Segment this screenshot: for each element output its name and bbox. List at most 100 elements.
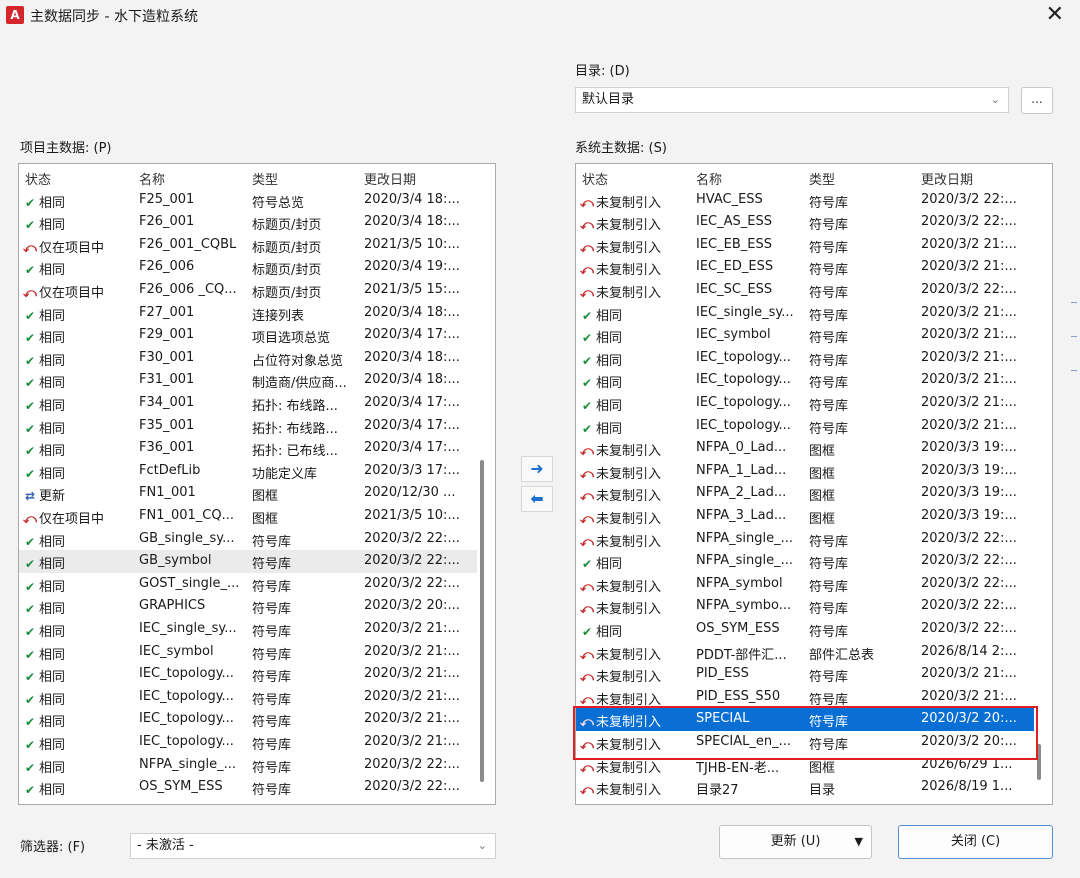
chevron-down-icon: ⌄ (990, 93, 1000, 106)
table-row[interactable]: ⤺ 未复制引入 SPECIAL 符号库 2020/3/2 20:... (576, 708, 1034, 731)
table-row[interactable]: ✔ 相同 F35_001 拓扑: 布线路... 2020/3/4 17:... (19, 415, 477, 438)
column-header[interactable]: 类型 (809, 169, 919, 188)
table-row[interactable]: ✔ 相同 IEC_symbol 符号库 2020/3/2 21:... (576, 324, 1034, 347)
table-row[interactable]: ✔ 相同 IEC_topology... 符号库 2020/3/2 21:... (19, 708, 477, 731)
table-row[interactable]: ✔ 相同 NFPA_single_... 符号库 2020/3/2 22:... (19, 754, 477, 777)
project-master-data-list[interactable]: 状态 名称 类型 更改日期 ✔ 相同 F25_001 符号总览 2020/3/4 18:... ✔… (18, 163, 496, 805)
type-cell: 符号库 (809, 353, 849, 369)
table-row[interactable]: ✔ 相同 IEC_topology... 符号库 2020/3/2 21:... (576, 347, 1034, 370)
column-header[interactable]: 状态 (582, 169, 694, 188)
name-cell: IEC_symbol (696, 327, 771, 343)
table-row[interactable]: ⤺ 仅在项目中 F26_006 _CQ... 标题页/封页 2021/3/5 15:..… (19, 279, 477, 302)
close-button[interactable]: 关闭 (C) (898, 825, 1053, 859)
table-row[interactable]: ✔ 相同 IEC_topology... 符号库 2020/3/2 21:... (19, 663, 477, 686)
type-cell: 符号库 (252, 783, 292, 799)
table-row[interactable]: ✔ 相同 F36_001 拓扑: 已布线... 2020/3/4 17:... (19, 437, 477, 460)
vertical-scrollbar[interactable] (477, 164, 487, 804)
type-cell: 部件汇总表 (809, 647, 875, 663)
status-text: 相同 (39, 602, 66, 618)
table-row[interactable]: ✔ 相同 IEC_topology... 符号库 2020/3/2 21:... (576, 392, 1034, 415)
table-row[interactable]: ⤺ 未复制引入 NFPA_symbol 符号库 2020/3/2 22:... (576, 573, 1034, 596)
status-text: 仅在项目中 (39, 512, 105, 527)
status-text: 仅在项目中 (39, 240, 105, 256)
table-row[interactable]: ⤺ 未复制引入 NFPA_2_Lad... 图框 2020/3/3 19:... (576, 482, 1034, 505)
table-row[interactable]: ⇄ 更新 FN1_001 图框 2020/12/30 ... (19, 482, 477, 505)
table-row[interactable]: ⤺ 未复制引入 IEC_SC_ESS 符号库 2020/3/2 22:... (576, 279, 1034, 302)
update-button[interactable]: 更新 (U) ▼ (719, 825, 872, 859)
table-row[interactable]: ⤺ 未复制引入 NFPA_symbo... 符号库 2020/3/2 22:... (576, 595, 1034, 618)
table-row[interactable]: ⤺ 未复制引入 IEC_AS_ESS 符号库 2020/3/2 22:... (576, 211, 1034, 234)
table-row[interactable]: ✔ 相同 F26_006 标题页/封页 2020/3/4 19:... (19, 256, 477, 279)
table-row[interactable]: ✔ 相同 GRAPHICS 符号库 2020/3/2 20:... (19, 595, 477, 618)
date-cell: 2020/3/2 20:... (921, 734, 1017, 749)
table-row[interactable]: ✔ 相同 NFPA_single_... 符号库 2020/3/2 22:... (576, 550, 1034, 573)
table-row[interactable]: ⤺ 未复制引入 TJHB-EN-老... 图框 2026/6/29 1... (576, 754, 1034, 777)
date-cell: 2020/3/2 20:... (364, 598, 460, 614)
copy-to-system-button[interactable]: ⬅ (521, 486, 553, 512)
table-row[interactable]: ✔ 相同 IEC_symbol 符号库 2020/3/2 21:... (19, 641, 477, 664)
table-row[interactable]: ⤺ 未复制引入 NFPA_0_Lad... 图框 2020/3/3 19:... (576, 437, 1034, 460)
system-master-data-list[interactable]: 状态 名称 类型 更改日期 ⤺ 未复制引入 HVAC_ESS 符号库 2020/3/2 22:.… (575, 163, 1053, 805)
check-icon: ✔ (24, 602, 36, 617)
table-row[interactable]: ✔ 相同 IEC_single_sy... 符号库 2020/3/2 21:... (576, 302, 1034, 325)
column-header[interactable]: 名称 (139, 169, 249, 188)
column-header[interactable]: 更改日期 (921, 169, 1031, 188)
table-row[interactable]: ✔ 相同 IEC_single_sy... 符号库 2020/3/2 21:... (19, 618, 477, 641)
table-row[interactable]: ✔ 相同 IEC_topology... 符号库 2020/3/2 21:... (576, 415, 1034, 438)
type-cell: 符号库 (252, 647, 292, 663)
filter-label: 筛选器: (F) (20, 840, 86, 855)
type-cell: 符号库 (809, 421, 849, 437)
table-row[interactable]: ⤺ 未复制引入 HVAC_ESS 符号库 2020/3/2 22:... (576, 189, 1034, 212)
column-header[interactable]: 名称 (696, 169, 806, 188)
table-row[interactable]: ⤺ 未复制引入 SPECIAL_en_... 符号库 2020/3/2 20:... (576, 731, 1034, 754)
dropdown-caret-icon[interactable]: ▼ (855, 826, 863, 858)
status-text: 相同 (39, 783, 66, 799)
table-row[interactable]: ✔ 相同 F34_001 拓扑: 布线路... 2020/3/4 17:... (19, 392, 477, 415)
table-row[interactable]: ✔ 相同 OS_SYM_ESS 符号库 2020/3/2 22:... (19, 776, 477, 799)
table-row[interactable]: ⤺ 仅在项目中 FN1_001_CQ... 图框 2021/3/5 10:... (19, 505, 477, 528)
table-row[interactable]: ✔ 相同 IEC_topology... 符号库 2020/3/2 21:... (19, 686, 477, 709)
copy-to-project-button[interactable]: ➜ (521, 456, 553, 482)
table-row[interactable]: ✔ 相同 GOST_single_... 符号库 2020/3/2 22:... (19, 573, 477, 596)
close-window-icon[interactable]: ✕ (1046, 2, 1064, 27)
browse-directory-button[interactable]: ... (1021, 87, 1053, 114)
table-row[interactable]: ⤺ 仅在项目中 F26_001_CQBL 标题页/封页 2021/3/5 10:... (19, 234, 477, 257)
table-row[interactable]: ✔ 相同 IEC_topology... 符号库 2020/3/2 21:... (576, 369, 1034, 392)
status-cell: ✔ 相同 (21, 259, 137, 278)
diff-icon: ⤺ (580, 466, 594, 482)
status-cell: ✔ 相同 (578, 350, 694, 369)
table-row[interactable]: ⤺ 未复制引入 目录27 目录 2026/8/19 1... (576, 776, 1034, 799)
type-cell: 符号库 (809, 331, 849, 347)
table-row[interactable]: ⤺ 未复制引入 PID_ESS 符号库 2020/3/2 21:... (576, 663, 1034, 686)
table-row[interactable]: ⤺ 未复制引入 IEC_ED_ESS 符号库 2020/3/2 21:... (576, 256, 1034, 279)
date-cell: 2021/3/5 10:... (364, 508, 460, 523)
table-row[interactable]: ✔ 相同 OS_SYM_ESS 符号库 2020/3/2 22:... (576, 618, 1034, 641)
table-row[interactable]: ✔ 相同 IEC_topology... 符号库 2020/3/2 21:... (19, 731, 477, 754)
column-header[interactable]: 更改日期 (364, 169, 474, 188)
column-header[interactable]: 类型 (252, 169, 362, 188)
status-cell: ✔ 相同 (578, 305, 694, 324)
name-cell: HVAC_ESS (696, 191, 763, 207)
table-row[interactable]: ✔ 相同 GB_symbol 符号库 2020/3/2 22:... (19, 550, 477, 573)
scrollbar-thumb[interactable] (480, 460, 484, 782)
table-row[interactable]: ✔ 相同 GB_single_sy... 符号库 2020/3/2 22:... (19, 528, 477, 551)
table-row[interactable]: ✔ 相同 FctDefLib 功能定义库 2020/3/3 17:... (19, 460, 477, 483)
directory-select[interactable]: 默认目录 ⌄ (575, 87, 1009, 113)
table-row[interactable]: ✔ 相同 F27_001 连接列表 2020/3/4 18:... (19, 302, 477, 325)
table-row[interactable]: ✔ 相同 F25_001 符号总览 2020/3/4 18:... (19, 189, 477, 212)
table-row[interactable]: ⤺ 未复制引入 PID_ESS_S50 符号库 2020/3/2 21:... (576, 686, 1034, 709)
table-row[interactable]: ✔ 相同 F26_001 标题页/封页 2020/3/4 18:... (19, 211, 477, 234)
name-cell: NFPA_single_... (696, 530, 793, 546)
table-row[interactable]: ⤺ 未复制引入 NFPA_single_... 符号库 2020/3/2 22:... (576, 528, 1034, 551)
table-row[interactable]: ✔ 相同 F29_001 项目选项总览 2020/3/4 17:... (19, 324, 477, 347)
table-row[interactable]: ✔ 相同 F30_001 占位符对象总览 2020/3/4 18:... (19, 347, 477, 370)
table-row[interactable]: ⤺ 未复制引入 IEC_EB_ESS 符号库 2020/3/2 21:... (576, 234, 1034, 257)
table-row[interactable]: ✔ 相同 F31_001 制造商/供应商... 2020/3/4 18:... (19, 369, 477, 392)
scrollbar-thumb[interactable] (1037, 744, 1041, 780)
table-row[interactable]: ⤺ 未复制引入 PDDT-部件汇... 部件汇总表 2026/8/14 2:... (576, 641, 1034, 664)
table-row[interactable]: ⤺ 未复制引入 NFPA_3_Lad... 图框 2020/3/3 19:... (576, 505, 1034, 528)
table-row[interactable]: ⤺ 未复制引入 NFPA_1_Lad... 图框 2020/3/3 19:... (576, 460, 1034, 483)
vertical-scrollbar[interactable] (1034, 164, 1044, 804)
column-header[interactable]: 状态 (25, 169, 137, 188)
filter-select[interactable]: - 未激活 - ⌄ (130, 833, 496, 859)
